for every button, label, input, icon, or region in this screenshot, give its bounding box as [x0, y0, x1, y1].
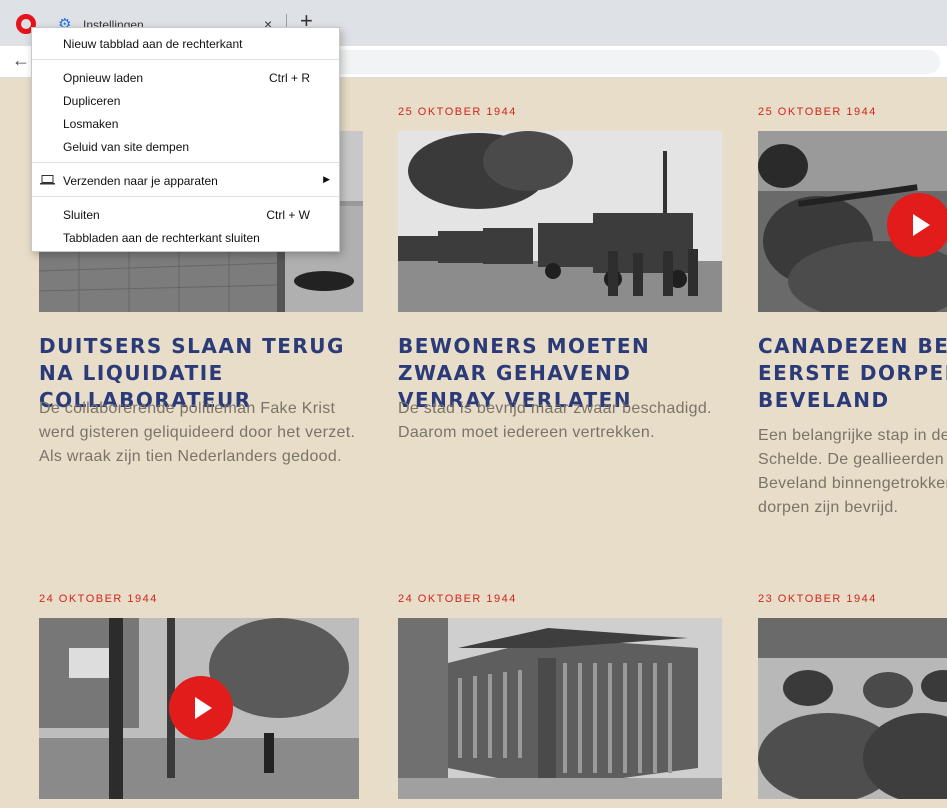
- article-date: 23 oktober 1944: [758, 593, 877, 605]
- article-date: 24 oktober 1944: [398, 593, 517, 605]
- tab-context-menu: Nieuw tabblad aan de rechterkant Opnieuw…: [31, 27, 340, 252]
- article-date: 25 oktober 1944: [758, 106, 877, 118]
- submenu-arrow-icon: ▶: [323, 174, 330, 184]
- address-bar[interactable]: [330, 50, 940, 74]
- menu-separator: [32, 59, 339, 60]
- article-photo[interactable]: [758, 618, 947, 799]
- article-date: 25 oktober 1944: [398, 106, 517, 118]
- article-card[interactable]: 25 oktober 1944 Canadezen bevrijden eers…: [758, 106, 947, 516]
- menu-item-new-tab-right[interactable]: Nieuw tabblad aan de rechterkant: [32, 32, 339, 55]
- article-card[interactable]: 24 oktober 1944: [39, 593, 363, 799]
- article-photo[interactable]: [39, 618, 359, 799]
- article-photo[interactable]: [758, 131, 947, 312]
- article-photo[interactable]: [398, 131, 722, 312]
- play-button-icon[interactable]: [169, 676, 233, 740]
- article-card[interactable]: 24 oktober 1944: [398, 593, 722, 799]
- article-summary: Een belangrijke stap in de strijd om de …: [758, 427, 947, 516]
- article-card[interactable]: 23 oktober 1944: [758, 593, 947, 799]
- play-button-icon[interactable]: [887, 193, 947, 257]
- article-photo[interactable]: [398, 618, 722, 799]
- article-headline[interactable]: Canadezen bevrijden eerste dorpen Zuid-B…: [758, 333, 947, 414]
- back-button[interactable]: ←: [12, 50, 30, 71]
- article-summary: De stad is bevrijd maar zwaar beschadigd…: [398, 400, 712, 441]
- menu-separator: [32, 162, 339, 163]
- reload-shortcut: Ctrl + R: [268, 71, 310, 85]
- menu-item-close[interactable]: Sluiten Ctrl + W: [32, 203, 339, 226]
- close-shortcut: Ctrl + W: [266, 208, 310, 222]
- laptop-icon: [40, 175, 55, 185]
- menu-item-duplicate[interactable]: Dupliceren: [32, 89, 339, 112]
- menu-item-mute-site[interactable]: Geluid van site dempen: [32, 135, 339, 158]
- menu-item-close-tabs-right[interactable]: Tabbladen aan de rechterkant sluiten: [32, 226, 339, 249]
- article-card[interactable]: 25 oktober 1944: [398, 106, 722, 441]
- menu-item-detach[interactable]: Losmaken: [32, 112, 339, 135]
- menu-separator: [32, 196, 339, 197]
- menu-item-send-to-devices[interactable]: Verzenden naar je apparaten ▶: [32, 169, 339, 192]
- article-date: 24 oktober 1944: [39, 593, 158, 605]
- menu-item-reload[interactable]: Opnieuw laden Ctrl + R: [32, 66, 339, 89]
- article-summary: De collaborerende politieman Fake Krist …: [39, 400, 356, 465]
